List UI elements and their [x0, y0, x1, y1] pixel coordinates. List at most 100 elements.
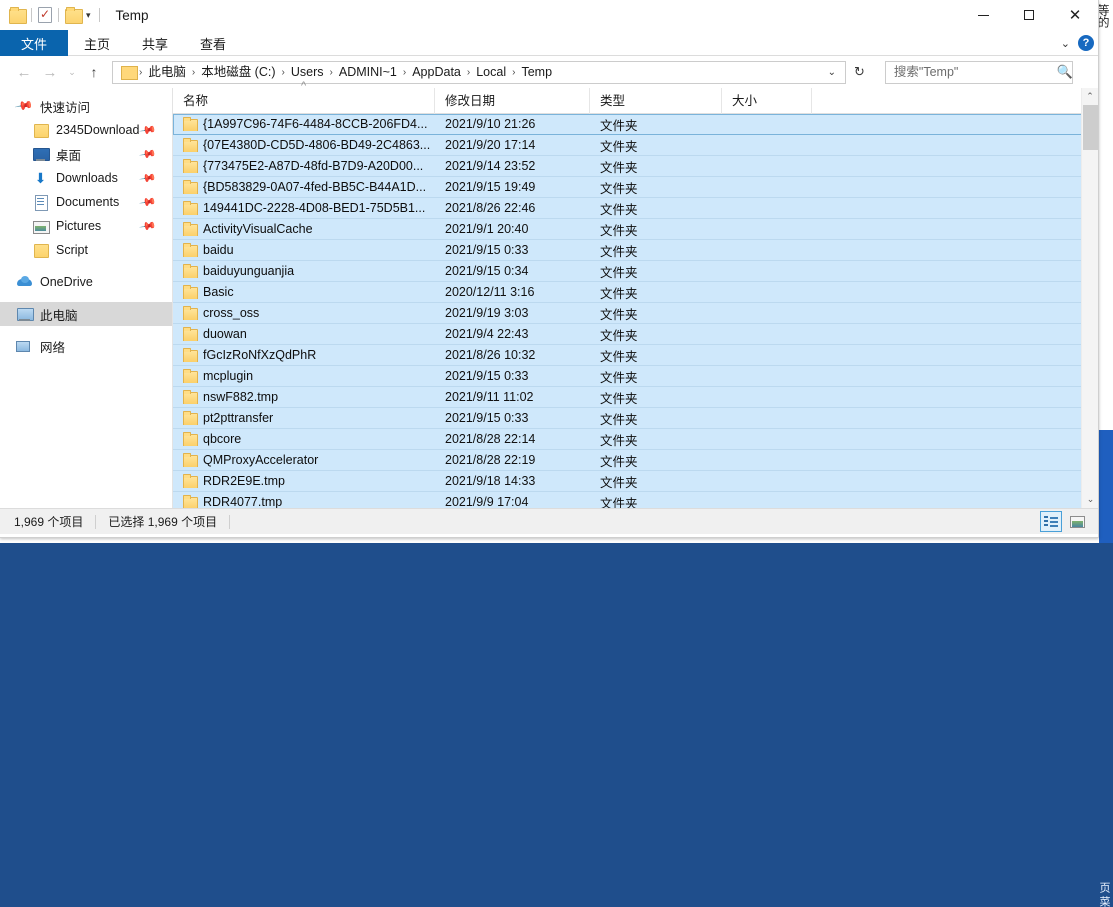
table-row[interactable]: baiduyunguanjia2021/9/15 0:34文件夹: [173, 261, 1098, 282]
refresh-icon[interactable]: ↻: [848, 64, 871, 80]
maximize-button[interactable]: [1006, 0, 1052, 30]
table-row[interactable]: {773475E2-A87D-48fd-B7D9-A20D00...2021/9…: [173, 156, 1098, 177]
search-input[interactable]: [892, 64, 1057, 80]
table-row[interactable]: 149441DC-2228-4D08-BED1-75D5B1...2021/8/…: [173, 198, 1098, 219]
file-name-cell[interactable]: QMProxyAccelerator: [173, 453, 435, 467]
file-name-cell[interactable]: {773475E2-A87D-48fd-B7D9-A20D00...: [173, 159, 435, 173]
file-name-cell[interactable]: nswF882.tmp: [173, 390, 435, 404]
pictures-icon: [32, 219, 49, 234]
table-row[interactable]: qbcore2021/8/28 22:14文件夹: [173, 429, 1098, 450]
file-type-cell: 文件夹: [590, 241, 722, 260]
sidebar-item-pictures[interactable]: Pictures 📌: [0, 214, 172, 238]
minimize-button[interactable]: [960, 0, 1006, 30]
file-name-cell[interactable]: baiduyunguanjia: [173, 264, 435, 278]
up-button[interactable]: ↑: [82, 60, 106, 84]
tab-view[interactable]: 查看: [184, 30, 242, 56]
table-row[interactable]: pt2pttransfer2021/9/15 0:33文件夹: [173, 408, 1098, 429]
table-row[interactable]: QMProxyAccelerator2021/8/28 22:19文件夹: [173, 450, 1098, 471]
table-row[interactable]: nswF882.tmp2021/9/11 11:02文件夹: [173, 387, 1098, 408]
details-view-button[interactable]: [1040, 511, 1062, 532]
search-icon[interactable]: 🔍: [1057, 64, 1073, 80]
table-row[interactable]: mcplugin2021/9/15 0:33文件夹: [173, 366, 1098, 387]
file-name-cell[interactable]: baidu: [173, 243, 435, 257]
chevron-down-icon[interactable]: ▾: [86, 11, 91, 20]
pin-icon[interactable]: 📌: [139, 121, 158, 140]
folder-icon: [183, 118, 196, 130]
pin-icon[interactable]: 📌: [139, 169, 158, 188]
table-row[interactable]: duowan2021/9/4 22:43文件夹: [173, 324, 1098, 345]
sidebar-item-label: Script: [56, 243, 88, 257]
file-name-cell[interactable]: fGcIzRoNfXzQdPhR: [173, 348, 435, 362]
table-row[interactable]: ActivityVisualCache2021/9/1 20:40文件夹: [173, 219, 1098, 240]
table-row[interactable]: cross_oss2021/9/19 3:03文件夹: [173, 303, 1098, 324]
table-row[interactable]: Basic2020/12/11 3:16文件夹: [173, 282, 1098, 303]
properties-checkmark-icon[interactable]: [38, 7, 52, 23]
sidebar-item-documents[interactable]: Documents 📌: [0, 190, 172, 214]
breadcrumb-item-appdata[interactable]: AppData: [407, 62, 466, 83]
scroll-up-button[interactable]: ⌃: [1082, 88, 1098, 105]
large-icons-view-button[interactable]: [1066, 511, 1088, 532]
forward-button[interactable]: →: [38, 60, 62, 84]
sidebar-item-2345download[interactable]: 2345Download 📌: [0, 118, 172, 142]
tab-share[interactable]: 共享: [126, 30, 184, 56]
breadcrumb-item-temp[interactable]: Temp: [516, 62, 557, 83]
breadcrumb-item-local-disk[interactable]: 本地磁盘 (C:): [196, 62, 280, 83]
back-button[interactable]: ←: [12, 60, 36, 84]
file-name-cell[interactable]: 149441DC-2228-4D08-BED1-75D5B1...: [173, 201, 435, 215]
table-row[interactable]: {1A997C96-74F6-4484-8CCB-206FD4...2021/9…: [173, 114, 1098, 135]
scrollbar-thumb[interactable]: [1083, 105, 1098, 150]
breadcrumb: › 此电脑 › 本地磁盘 (C:) › Users › ADMINI~1 › A…: [119, 62, 821, 83]
file-name-cell[interactable]: cross_oss: [173, 306, 435, 320]
table-row[interactable]: RDR4077.tmp2021/9/9 17:04文件夹: [173, 492, 1098, 508]
scroll-down-button[interactable]: ⌄: [1082, 491, 1099, 508]
chevron-down-icon[interactable]: ⌄: [1061, 37, 1070, 50]
table-row[interactable]: RDR2E9E.tmp2021/9/18 14:33文件夹: [173, 471, 1098, 492]
sidebar-item-onedrive[interactable]: OneDrive: [0, 270, 172, 294]
folder-icon[interactable]: [9, 9, 25, 22]
table-row[interactable]: {BD583829-0A07-4fed-BB5C-B44A1D...2021/9…: [173, 177, 1098, 198]
pin-icon[interactable]: 📌: [139, 145, 158, 164]
tab-home[interactable]: 主页: [68, 30, 126, 56]
column-header-size[interactable]: 大小: [722, 88, 812, 114]
file-name-cell[interactable]: qbcore: [173, 432, 435, 446]
file-name-cell[interactable]: {1A997C96-74F6-4484-8CCB-206FD4...: [173, 117, 435, 131]
breadcrumb-item-users[interactable]: Users: [286, 62, 329, 83]
sidebar-item-quick-access[interactable]: 📌 快速访问: [0, 94, 172, 118]
file-name-cell[interactable]: {BD583829-0A07-4fed-BB5C-B44A1D...: [173, 180, 435, 194]
help-icon[interactable]: ?: [1078, 35, 1094, 51]
table-row[interactable]: baidu2021/9/15 0:33文件夹: [173, 240, 1098, 261]
file-name-cell[interactable]: pt2pttransfer: [173, 411, 435, 425]
close-button[interactable]: ✕: [1052, 0, 1098, 30]
recent-locations-button[interactable]: ⌄: [64, 60, 80, 84]
chevron-down-icon[interactable]: ⌄: [821, 67, 843, 78]
file-name-cell[interactable]: Basic: [173, 285, 435, 299]
sidebar-item-script[interactable]: Script: [0, 238, 172, 262]
sidebar-item-this-pc[interactable]: 此电脑: [0, 302, 172, 326]
file-name-cell[interactable]: mcplugin: [173, 369, 435, 383]
sidebar-item-network[interactable]: 网络: [0, 334, 172, 358]
search-box[interactable]: 🔍: [885, 61, 1073, 84]
folder-icon: [183, 139, 196, 151]
new-folder-icon[interactable]: [65, 9, 81, 22]
table-row[interactable]: {07E4380D-CD5D-4806-BD49-2C4863...2021/9…: [173, 135, 1098, 156]
vertical-scrollbar[interactable]: ⌃ ⌄: [1081, 88, 1098, 508]
sidebar-item-desktop[interactable]: 桌面 📌: [0, 142, 172, 166]
sidebar-item-downloads[interactable]: ⬇ Downloads 📌: [0, 166, 172, 190]
file-name-cell[interactable]: RDR2E9E.tmp: [173, 474, 435, 488]
breadcrumb-item-local[interactable]: Local: [471, 62, 511, 83]
file-type-cell: 文件夹: [590, 220, 722, 239]
file-name-cell[interactable]: ActivityVisualCache: [173, 222, 435, 236]
table-row[interactable]: fGcIzRoNfXzQdPhR2021/8/26 10:32文件夹: [173, 345, 1098, 366]
file-name-cell[interactable]: {07E4380D-CD5D-4806-BD49-2C4863...: [173, 138, 435, 152]
pin-icon[interactable]: 📌: [139, 193, 158, 212]
column-header-date[interactable]: 修改日期: [435, 88, 590, 114]
file-name-cell[interactable]: RDR4077.tmp: [173, 495, 435, 508]
file-explorer-window: ▾ Temp ✕ 文件 主页 共享 查看 ⌄ ? ← → ⌄ ↑ › 此电脑: [0, 0, 1099, 538]
breadcrumb-item-admini[interactable]: ADMINI~1: [334, 62, 402, 83]
address-path-box[interactable]: › 此电脑 › 本地磁盘 (C:) › Users › ADMINI~1 › A…: [112, 61, 846, 84]
tab-file[interactable]: 文件: [0, 30, 68, 56]
breadcrumb-item-this-pc[interactable]: 此电脑: [143, 62, 191, 83]
column-header-type[interactable]: 类型: [590, 88, 722, 114]
pin-icon[interactable]: 📌: [139, 217, 158, 236]
file-name-cell[interactable]: duowan: [173, 327, 435, 341]
